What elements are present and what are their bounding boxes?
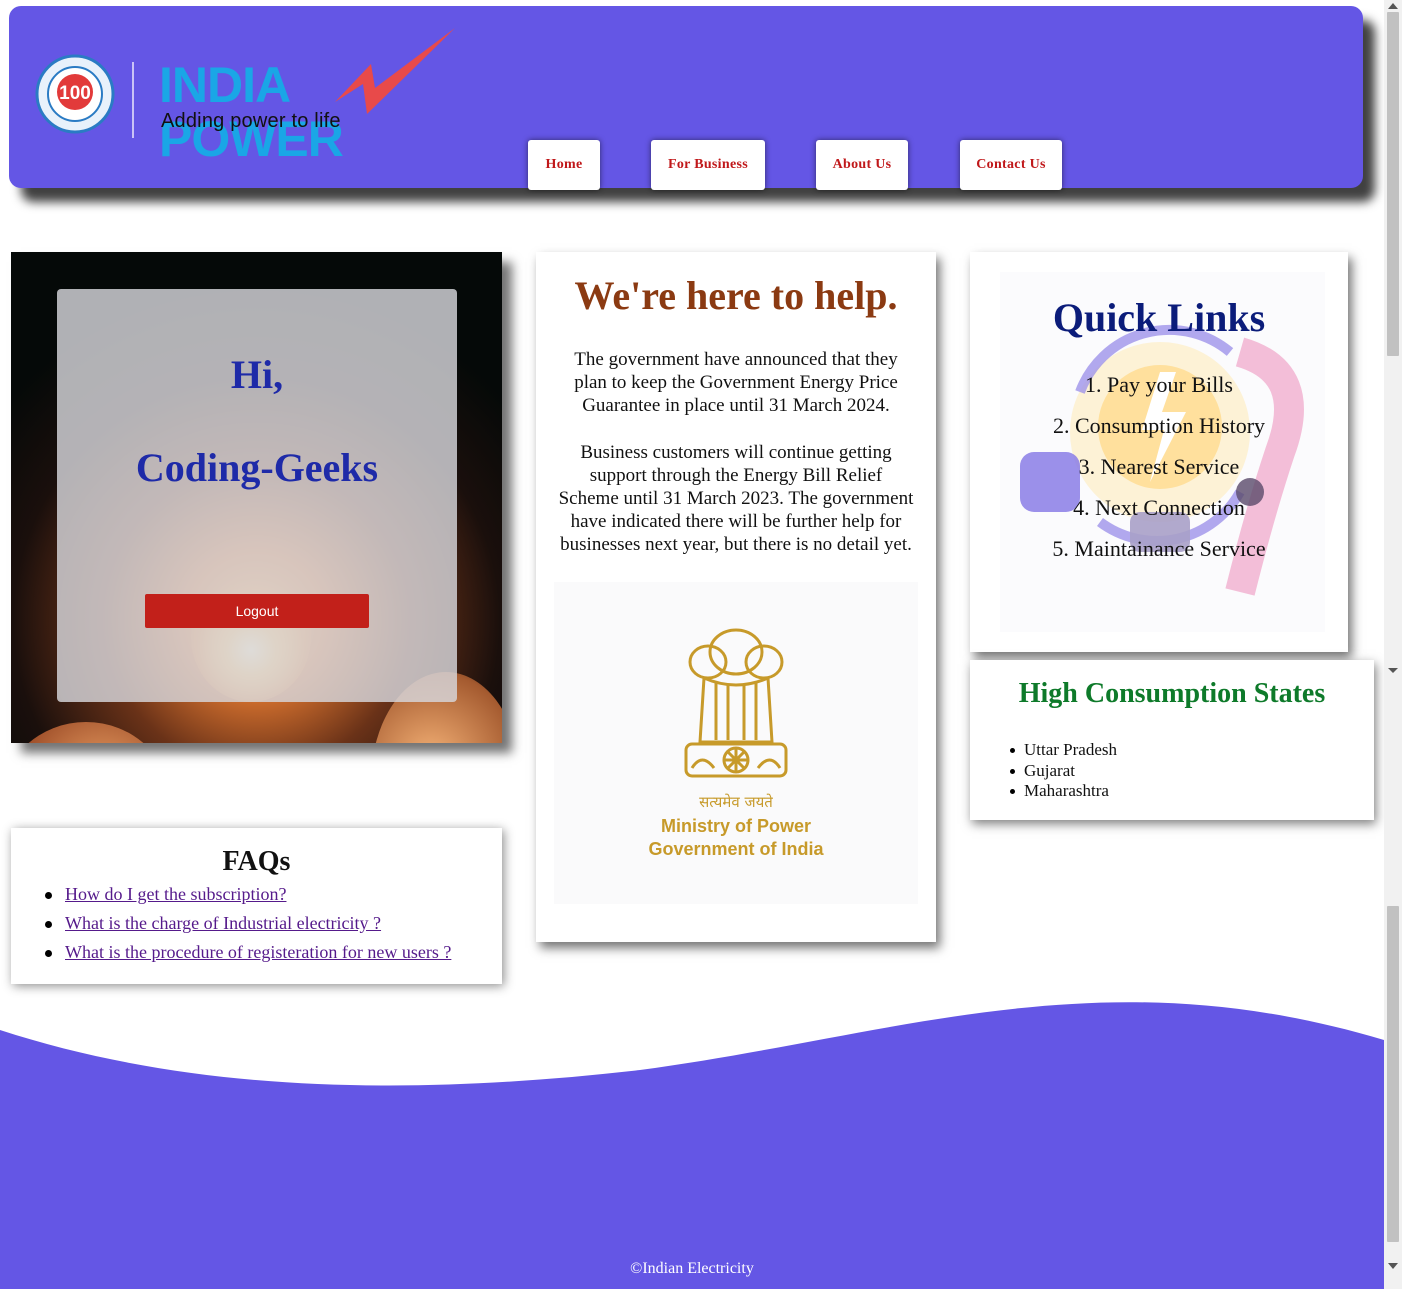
logout-button[interactable]: Logout — [145, 594, 369, 628]
quick-link-consumption-history[interactable]: 2. Consumption History — [970, 413, 1348, 454]
quick-link-maintenance-service[interactable]: 5. Maintainance Service — [970, 536, 1348, 577]
help-title: We're here to help. — [574, 273, 898, 318]
help-paragraph: Business customers will continue getting… — [558, 442, 914, 555]
scrollbar-thumb[interactable] — [1387, 12, 1399, 356]
faq-list: How do I get the subscription? What is t… — [44, 884, 451, 971]
footer-copyright: ©Indian Electricity — [630, 1260, 754, 1277]
faq-link-industrial-charge[interactable]: What is the charge of Industrial electri… — [65, 913, 381, 933]
centenary-seal-icon: 100 — [35, 54, 115, 134]
welcome-card: Hi, Coding-Geeks Logout — [11, 252, 502, 743]
faq-title: FAQs — [222, 846, 291, 877]
government-name: Government of India — [648, 839, 824, 859]
svg-text:100: 100 — [59, 83, 91, 104]
help-card: We're here to help. The government have … — [536, 252, 936, 942]
greeting-text: Hi, — [230, 352, 284, 397]
quick-link-next-connection[interactable]: 4. Next Connection — [970, 495, 1348, 536]
ministry-emblem: सत्यमेव जयते Ministry of Power Governmen… — [554, 582, 918, 904]
site-header: 100 INDIA POWER Adding power to life Hom… — [9, 6, 1363, 190]
quick-link-nearest-service[interactable]: 3. Nearest Service — [970, 454, 1348, 495]
nav-home-button[interactable]: Home — [528, 140, 600, 190]
satyamev-jayate-motto: सत्यमेव जयते — [699, 793, 773, 811]
hand-image — [11, 722, 171, 743]
list-item: Uttar Pradesh — [1009, 740, 1118, 759]
nav-about-us-button[interactable]: About Us — [816, 140, 908, 190]
ministry-name: Ministry of Power — [660, 816, 812, 836]
high-consumption-card: High Consumption States Uttar Pradesh Gu… — [970, 660, 1374, 820]
nav-contact-us-button[interactable]: Contact Us — [960, 140, 1062, 190]
scroll-up-arrow-icon[interactable] — [1388, 3, 1398, 9]
faq-item: What is the procedure of registeration f… — [44, 942, 451, 971]
page-scrollbar[interactable] — [1384, 0, 1402, 1289]
faq-link-registration[interactable]: What is the procedure of registeration f… — [65, 942, 451, 962]
high-consumption-title: High Consumption States — [1018, 678, 1326, 709]
quick-links-list: 1. Pay your Bills 2. Consumption History… — [970, 372, 1348, 577]
faq-item: How do I get the subscription? — [44, 884, 451, 913]
logo-divider — [132, 62, 134, 138]
states-list: Uttar Pradesh Gujarat Maharashtra — [1009, 740, 1118, 802]
list-item: Maharashtra — [1009, 781, 1117, 802]
quick-links-title: Quick Links — [1052, 295, 1266, 340]
faq-card: FAQs How do I get the subscription? What… — [11, 828, 502, 984]
scrollbar-thumb[interactable] — [1387, 906, 1399, 1242]
help-paragraph: The government have announced that they … — [574, 349, 898, 416]
quick-link-pay-bills[interactable]: 1. Pay your Bills — [970, 372, 1348, 413]
ashoka-emblem-icon — [684, 628, 788, 778]
quick-links-card: Quick Links 1. Pay your Bills 2. Consump… — [970, 252, 1348, 652]
user-name: Coding-Geeks — [135, 445, 379, 490]
faq-item: What is the charge of Industrial electri… — [44, 913, 451, 942]
scroll-down-arrow-icon[interactable] — [1388, 1263, 1398, 1269]
brand-tagline: Adding power to life — [161, 110, 341, 132]
footer-wave — [0, 1002, 1384, 1289]
welcome-panel: Hi, Coding-Geeks Logout — [57, 289, 457, 702]
scroll-down-arrow-icon[interactable] — [1388, 668, 1398, 673]
nav-for-business-button[interactable]: For Business — [651, 140, 765, 190]
india-power-logo[interactable]: 100 INDIA POWER Adding power to life — [35, 24, 465, 166]
list-item: Gujarat — [1009, 761, 1117, 782]
faq-link-subscription[interactable]: How do I get the subscription? — [65, 884, 286, 904]
